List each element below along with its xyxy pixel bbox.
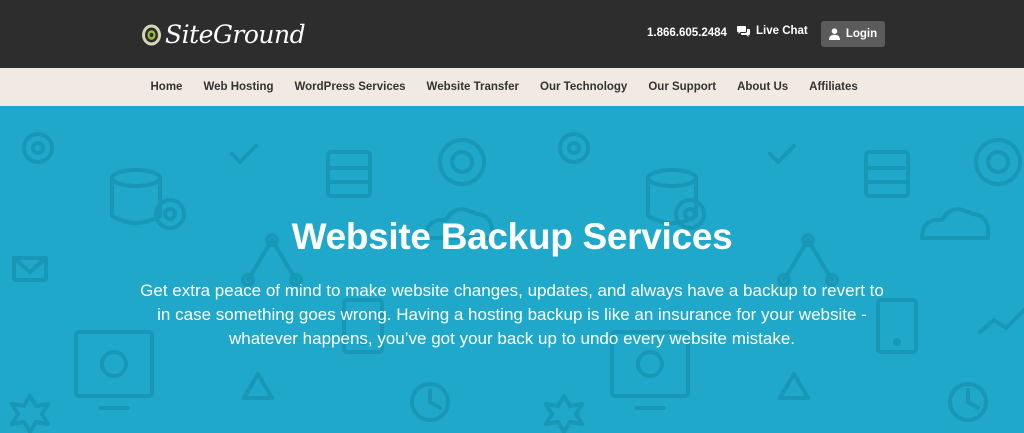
live-chat-link[interactable]: Live Chat (737, 25, 808, 37)
logo-text: SiteGround (165, 19, 306, 49)
nav-item-website-transfer[interactable]: Website Transfer (416, 81, 529, 93)
nav-item-web-hosting[interactable]: Web Hosting (193, 81, 284, 93)
nav-item-our-support[interactable]: Our Support (638, 81, 727, 93)
lifebuoy-icon (974, 138, 1022, 186)
page-title: Website Backup Services (291, 216, 733, 257)
nav-item-wordpress-services[interactable]: WordPress Services (284, 81, 416, 93)
nav-list: Home Web Hosting WordPress Services Webs… (140, 68, 868, 106)
trend-line-icon (978, 308, 1024, 334)
checkmark-icon (230, 144, 258, 164)
server-icon (326, 150, 372, 198)
clock-icon (948, 382, 988, 422)
nav-item-affiliates[interactable]: Affiliates (799, 81, 869, 93)
chat-bubble-icon (737, 25, 750, 37)
background-icon-pattern (10, 132, 1024, 433)
alert-icon (242, 372, 274, 400)
nav-item-our-technology[interactable]: Our Technology (530, 81, 638, 93)
star-badge-icon (10, 394, 50, 433)
checkmark-icon (768, 144, 796, 164)
user-icon (828, 28, 840, 40)
hero-description: Get extra peace of mind to make website … (140, 281, 884, 348)
main-navigation: Home Web Hosting WordPress Services Webs… (0, 68, 1024, 106)
siteground-swirl-icon (142, 24, 161, 46)
login-label: Login (845, 28, 878, 40)
phone-number: 1.866.605.2484 (647, 27, 727, 39)
envelope-icon (12, 256, 48, 282)
gear-icon (22, 132, 54, 164)
nav-item-home[interactable]: Home (140, 81, 193, 93)
nav-item-about-us[interactable]: About Us (727, 81, 799, 93)
live-chat-label: Live Chat (756, 25, 808, 37)
star-badge-icon (544, 394, 584, 433)
alert-icon (778, 372, 810, 400)
lifebuoy-icon (438, 138, 486, 186)
login-button[interactable]: Login (821, 21, 885, 47)
hero-banner: Website Backup Services Get extra peace … (0, 106, 1024, 433)
siteground-logo[interactable]: SiteGround (141, 16, 306, 52)
server-icon (864, 150, 910, 198)
clock-icon (410, 382, 450, 422)
top-header: SiteGround 1.866.605.2484 Live Chat Logi… (0, 0, 1024, 68)
gear-icon (558, 132, 590, 164)
